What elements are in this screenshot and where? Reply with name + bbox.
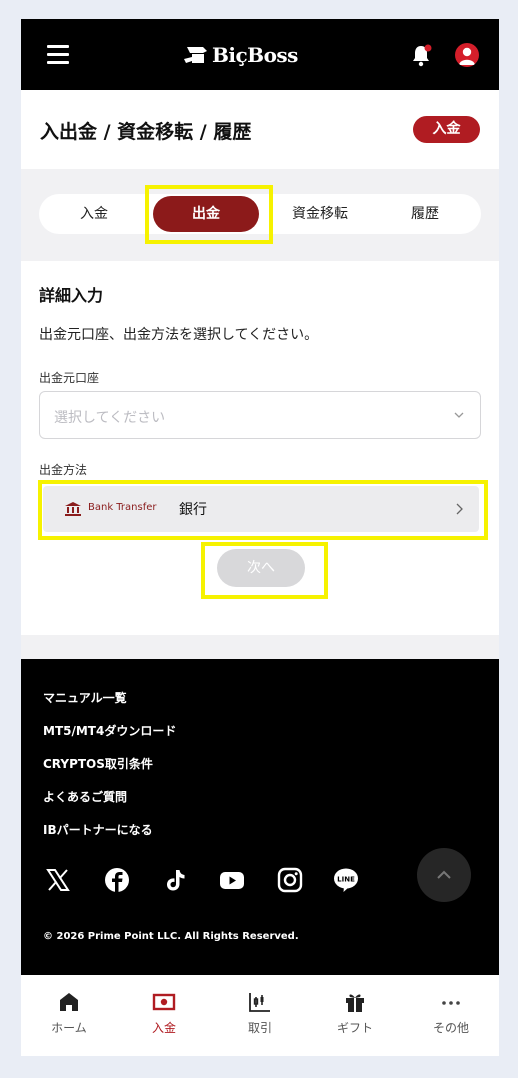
- chevron-down-icon: [454, 412, 464, 418]
- nav-label-gift: ギフト: [336, 1021, 373, 1035]
- app-frame: BiçBoss 入出金 / 資金移転 / 履歴 入金 入金 出金 資金移転 履歴: [21, 19, 499, 1056]
- deposit-badge-button[interactable]: 入金: [413, 116, 480, 143]
- form-description: 出金元口座、出金方法を選択してください。: [39, 327, 319, 343]
- nav-item-gift[interactable]: ギフト: [315, 975, 395, 1056]
- chevron-right-icon: [456, 503, 463, 515]
- tab-history[interactable]: 履歴: [379, 194, 471, 234]
- home-icon: [60, 993, 78, 1011]
- next-button[interactable]: 次へ: [217, 549, 305, 587]
- trade-chart-icon: [249, 993, 270, 1012]
- nav-label-more: その他: [432, 1021, 469, 1035]
- source-account-label: 出金元口座: [39, 371, 100, 385]
- bank-name: 銀行: [179, 502, 207, 518]
- svg-text:LINE: LINE: [337, 876, 355, 884]
- brand-logo[interactable]: BiçBoss: [184, 41, 298, 69]
- bank-transfer-option[interactable]: Bank Transfer 銀行: [43, 486, 479, 532]
- more-icon: [442, 1001, 460, 1005]
- footer-link-mt5-download[interactable]: MT5/MT4ダウンロード: [43, 722, 176, 739]
- section-gap: [21, 635, 499, 659]
- scroll-to-top-button[interactable]: [417, 848, 471, 902]
- bank-transfer-label: Bank Transfer: [88, 502, 157, 513]
- bank-icon: [65, 502, 81, 516]
- tab-fund-transfer[interactable]: 資金移転: [271, 194, 369, 234]
- youtube-icon[interactable]: [219, 867, 245, 893]
- menu-icon[interactable]: [47, 45, 69, 64]
- method-label: 出金方法: [39, 463, 88, 477]
- select-placeholder: 選択してください: [54, 410, 166, 426]
- nav-item-trade[interactable]: 取引: [220, 975, 300, 1056]
- facebook-icon[interactable]: [104, 867, 130, 893]
- tab-bar: 入金 出金 資金移転 履歴: [39, 194, 481, 234]
- tab-withdraw[interactable]: 出金: [153, 196, 259, 232]
- gift-icon: [346, 994, 364, 1012]
- line-icon[interactable]: LINE: [333, 867, 359, 893]
- detail-form: 詳細入力 出金元口座、出金方法を選択してください。 出金元口座 選択してください…: [21, 261, 499, 635]
- logo-mark-icon: [184, 47, 207, 63]
- footer-link-ib-partner[interactable]: IBパートナーになる: [43, 821, 153, 838]
- footer-link-cryptos-conditions[interactable]: CRYPTOS取引条件: [43, 755, 153, 772]
- deposit-icon: [152, 993, 176, 1011]
- site-footer: マニュアル一覧 MT5/MT4ダウンロード CRYPTOS取引条件 よくあるご質…: [21, 659, 499, 975]
- chevron-up-icon: [437, 870, 451, 879]
- nav-label-deposit: 入金: [151, 1021, 176, 1035]
- user-avatar-icon[interactable]: [455, 43, 479, 67]
- brand-name: BiçBoss: [212, 43, 298, 67]
- footer-link-faq[interactable]: よくあるご質問: [43, 788, 127, 805]
- section-title: 詳細入力: [39, 286, 104, 305]
- nav-label-trade: 取引: [247, 1021, 272, 1035]
- copyright-text: © 2026 Prime Point LLC. All Rights Reser…: [43, 931, 299, 942]
- nav-item-home[interactable]: ホーム: [29, 975, 109, 1056]
- title-bar: 入出金 / 資金移転 / 履歴 入金: [21, 90, 499, 169]
- tab-deposit[interactable]: 入金: [47, 194, 141, 234]
- footer-link-manuals[interactable]: マニュアル一覧: [43, 689, 127, 706]
- nav-item-more[interactable]: その他: [411, 975, 491, 1056]
- nav-label-home: ホーム: [51, 1021, 87, 1035]
- source-account-select[interactable]: 選択してください: [39, 391, 481, 439]
- x-icon[interactable]: [45, 867, 71, 893]
- tiktok-icon[interactable]: [162, 867, 188, 893]
- top-header: BiçBoss: [21, 19, 499, 90]
- bottom-navigation: ホーム 入金 取引 ギフト その他: [21, 975, 499, 1056]
- tabs-area: 入金 出金 資金移転 履歴: [21, 169, 499, 261]
- notification-bell-icon[interactable]: [411, 43, 433, 67]
- page-title: 入出金 / 資金移転 / 履歴: [40, 121, 252, 143]
- instagram-icon[interactable]: [277, 867, 303, 893]
- nav-item-deposit[interactable]: 入金: [124, 975, 204, 1056]
